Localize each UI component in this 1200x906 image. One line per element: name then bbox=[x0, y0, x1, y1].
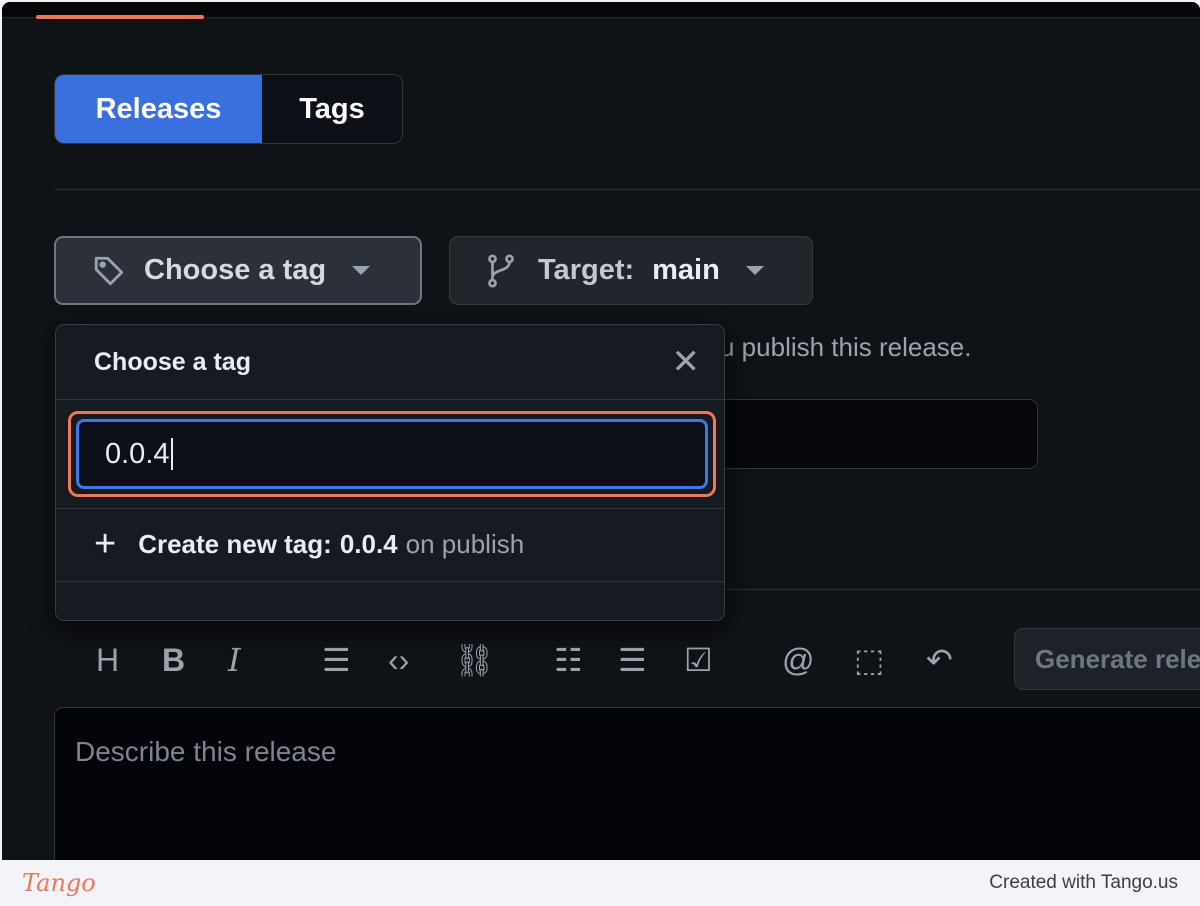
text-cursor bbox=[170, 438, 173, 470]
choose-tag-dropdown: Choose a tag ✕ 0.0.4 + Create new tag: 0… bbox=[55, 324, 725, 621]
tag-hint-text: u publish this release. bbox=[720, 332, 972, 362]
divider bbox=[722, 589, 1200, 590]
choose-tag-button[interactable]: Choose a tag bbox=[54, 236, 422, 305]
link-icon[interactable]: ⛓ bbox=[454, 638, 495, 682]
tab-releases[interactable]: Releases bbox=[55, 75, 262, 143]
italic-icon[interactable]: I bbox=[228, 638, 241, 682]
code-icon[interactable]: ‹› bbox=[388, 638, 409, 682]
footer-credit: Created with Tango.us bbox=[989, 872, 1178, 893]
dropdown-title: Choose a tag bbox=[94, 347, 251, 376]
bulleted-list-icon[interactable]: ☷ bbox=[554, 638, 583, 682]
git-branch-icon bbox=[488, 253, 514, 288]
reply-icon[interactable]: ↶ bbox=[926, 638, 953, 682]
dropdown-header: Choose a tag ✕ bbox=[56, 325, 724, 400]
chevron-down-icon bbox=[352, 266, 371, 275]
target-branch: main bbox=[652, 254, 720, 286]
close-icon[interactable]: ✕ bbox=[672, 342, 701, 382]
reference-icon[interactable]: ⬚ bbox=[854, 638, 884, 682]
generate-release-notes-button[interactable]: Generate release notes bbox=[1014, 628, 1200, 690]
tag-icon bbox=[94, 256, 124, 285]
plus-icon: + bbox=[94, 523, 117, 565]
task-list-icon[interactable]: ☑ bbox=[684, 638, 713, 682]
footer: Tango Created with Tango.us bbox=[0, 860, 1200, 906]
create-new-tag-option[interactable]: + Create new tag: 0.0.4 on publish bbox=[94, 525, 524, 563]
create-tag-name: 0.0.4 bbox=[339, 528, 398, 559]
tab-tags[interactable]: Tags bbox=[262, 75, 402, 143]
divider bbox=[54, 189, 1200, 190]
tango-logo: Tango bbox=[22, 869, 96, 897]
create-suffix: on publish bbox=[405, 528, 525, 559]
highlight-ring: 0.0.4 bbox=[68, 411, 716, 497]
mention-icon[interactable]: @ bbox=[782, 638, 814, 682]
choose-tag-label: Choose a tag bbox=[144, 254, 327, 286]
tag-input-value: 0.0.4 bbox=[105, 437, 170, 470]
releases-tags-toggle: Releases Tags bbox=[54, 74, 403, 144]
description-placeholder: Describe this release bbox=[75, 736, 337, 767]
divider bbox=[56, 508, 724, 509]
target-branch-button[interactable]: Target: main bbox=[449, 236, 813, 305]
app-window: Releases Tags Choose a tag Target: main … bbox=[2, 2, 1200, 860]
active-tab-indicator bbox=[36, 15, 204, 19]
tag-search-input[interactable]: 0.0.4 bbox=[76, 419, 708, 489]
quote-icon[interactable]: ☰ bbox=[322, 638, 351, 682]
bold-icon[interactable]: B bbox=[162, 638, 185, 682]
create-prefix: Create new tag: bbox=[138, 528, 332, 559]
divider bbox=[56, 581, 724, 582]
chevron-down-icon bbox=[745, 266, 764, 275]
heading-icon[interactable]: H bbox=[96, 638, 119, 682]
release-title-input[interactable] bbox=[692, 399, 1038, 469]
numbered-list-icon[interactable]: ☰ bbox=[618, 638, 647, 682]
description-textarea[interactable]: Describe this release bbox=[54, 707, 1200, 860]
target-prefix: Target: bbox=[538, 254, 635, 286]
